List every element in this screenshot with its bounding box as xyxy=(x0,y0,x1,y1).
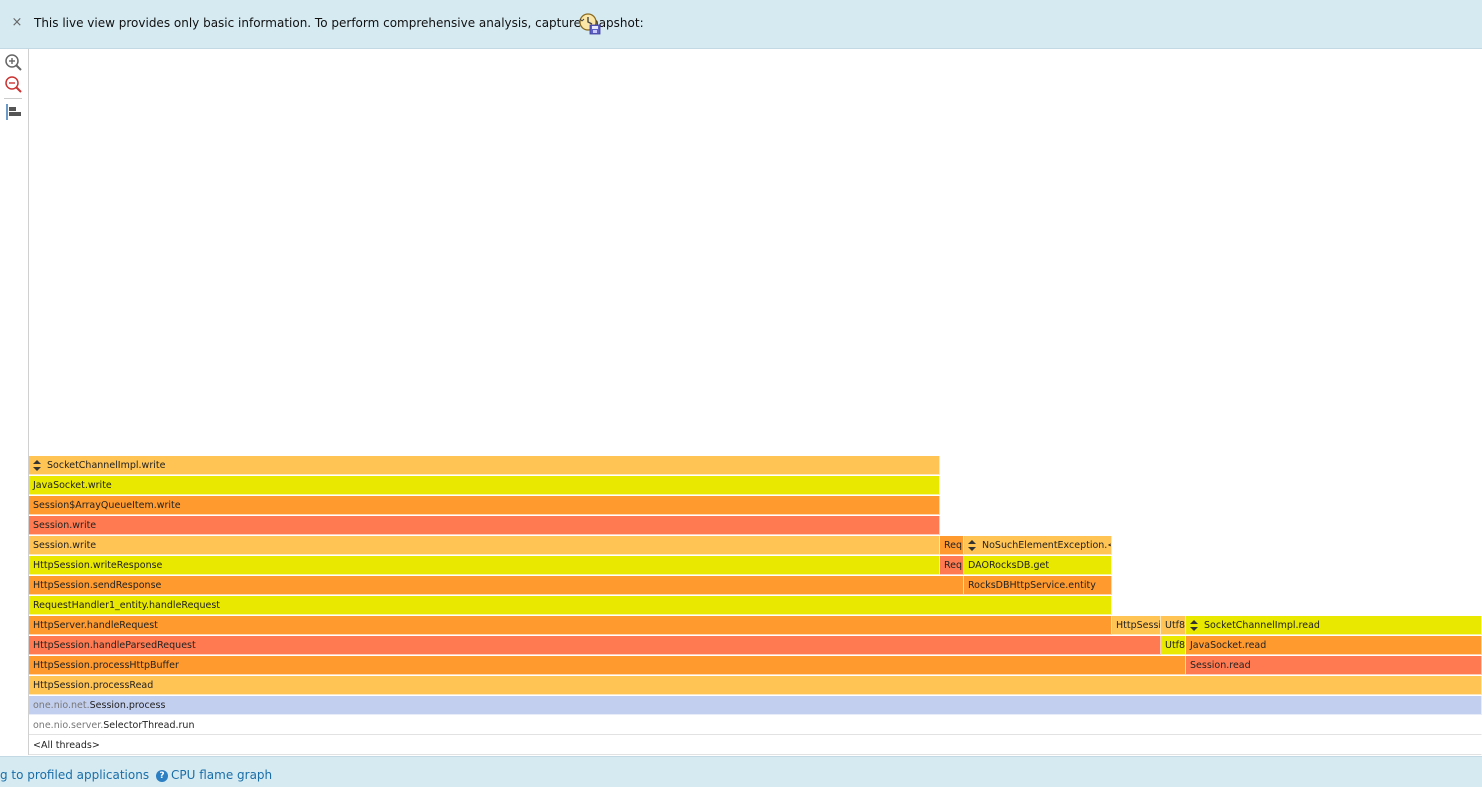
flame-graph: SocketChannelImpl.write JavaSocket.write S… xyxy=(29,49,1482,755)
frame-package: one.nio.net. xyxy=(33,700,90,711)
status-bar: g to profiled applications ? CPU flame g… xyxy=(0,756,1482,787)
flame-frame[interactable]: Session$ArrayQueueItem.write xyxy=(29,496,940,515)
flame-frame[interactable]: HttpSession.processHttpBuffer xyxy=(29,656,1186,675)
frame-label: Session$ArrayQueueItem.write xyxy=(33,500,181,511)
flame-frame[interactable]: Req xyxy=(940,536,964,555)
frame-label: NoSuchElementException.<i xyxy=(982,540,1112,551)
flame-frame[interactable]: HttpServer.handleRequest xyxy=(29,616,1112,635)
flame-frame[interactable]: HttpSession.sendResponse xyxy=(29,576,964,595)
frame-label: SocketChannelImpl.read xyxy=(1204,620,1320,631)
capture-snapshot-icon[interactable] xyxy=(578,12,602,36)
flame-frame[interactable]: Utf8 xyxy=(1161,616,1186,635)
close-banner-button[interactable]: × xyxy=(10,15,24,31)
frame-label: Utf8 xyxy=(1165,620,1186,631)
frame-label: HttpSession.processHttpBuffer xyxy=(33,660,179,671)
frame-label: <All threads> xyxy=(33,740,100,751)
help-icon: ? xyxy=(156,770,168,782)
flame-frame[interactable]: one.nio.server.SelectorThread.run xyxy=(29,716,1482,735)
flame-frame[interactable]: SocketChannelImpl.read xyxy=(1186,616,1482,635)
frame-label: HttpSession.writeResponse xyxy=(33,560,163,571)
frame-label: RocksDBHttpService.entity xyxy=(968,580,1096,591)
frame-label: HttpSession.handleParsedRequest xyxy=(33,640,196,651)
frame-label: Req xyxy=(944,560,963,571)
flame-frame[interactable]: HttpSession.processRead xyxy=(29,676,1482,695)
toolbar-divider xyxy=(4,98,22,99)
frame-label: HttpSession xyxy=(1116,620,1161,631)
expand-arrows-icon[interactable] xyxy=(968,539,976,552)
flame-frame[interactable]: HttpSession.handleParsedRequest xyxy=(29,636,1161,655)
flame-frame[interactable]: NoSuchElementException.<i xyxy=(964,536,1112,555)
flame-frame[interactable]: <All threads> xyxy=(29,736,1482,755)
flame-frame[interactable]: HttpSession xyxy=(1112,616,1161,635)
frame-label: HttpServer.handleRequest xyxy=(33,620,158,631)
frame-label: Session.write xyxy=(33,540,97,551)
frame-label: Session.read xyxy=(1190,660,1251,671)
frame-label: JavaSocket.read xyxy=(1190,640,1267,651)
flame-frame[interactable]: RocksDBHttpService.entity xyxy=(964,576,1112,595)
flame-frame[interactable]: JavaSocket.read xyxy=(1186,636,1482,655)
frame-label: Utf8 xyxy=(1165,640,1186,651)
attach-applications-link[interactable]: g to profiled applications xyxy=(0,768,149,782)
flame-frame[interactable]: RequestHandler1_entity.handleRequest xyxy=(29,596,1112,615)
frame-label: HttpSession.processRead xyxy=(33,680,154,691)
flame-frame[interactable]: one.nio.net.Session.process xyxy=(29,696,1482,715)
frame-label: Session.write xyxy=(33,520,97,531)
zoom-out-icon[interactable] xyxy=(4,75,24,95)
align-left-icon[interactable] xyxy=(4,102,24,122)
flame-frame[interactable]: SocketChannelImpl.write xyxy=(29,456,940,475)
frame-label: SelectorThread.run xyxy=(103,720,195,731)
frame-label: Session.process xyxy=(89,700,166,711)
banner-message: This live view provides only basic infor… xyxy=(34,16,644,30)
frame-label: SocketChannelImpl.write xyxy=(47,460,166,471)
frame-label: RequestHandler1_entity.handleRequest xyxy=(33,600,220,611)
flame-frame[interactable]: Utf8 xyxy=(1161,636,1186,655)
flame-frame[interactable]: Req xyxy=(940,556,964,575)
expand-arrows-icon[interactable] xyxy=(33,459,41,472)
frame-label: HttpSession.sendResponse xyxy=(33,580,162,591)
cpu-flame-graph-link[interactable]: CPU flame graph xyxy=(171,768,272,782)
flame-frame[interactable]: HttpSession.writeResponse xyxy=(29,556,940,575)
info-banner: × This live view provides only basic inf… xyxy=(0,0,1482,49)
flame-frame[interactable]: Session.write xyxy=(29,536,940,555)
frame-label: Req xyxy=(944,540,963,551)
flame-frame[interactable]: DAORocksDB.get xyxy=(964,556,1112,575)
frame-package: one.nio.server. xyxy=(33,720,104,731)
flame-frame[interactable]: Session.write xyxy=(29,516,940,535)
flame-frame[interactable]: JavaSocket.write xyxy=(29,476,940,495)
flame-graph-toolbar xyxy=(0,49,29,755)
expand-arrows-icon[interactable] xyxy=(1190,619,1198,632)
flame-frame[interactable]: Session.read xyxy=(1186,656,1482,675)
zoom-in-icon[interactable] xyxy=(4,53,24,73)
frame-label: JavaSocket.write xyxy=(33,480,112,491)
frame-label: DAORocksDB.get xyxy=(968,560,1050,571)
